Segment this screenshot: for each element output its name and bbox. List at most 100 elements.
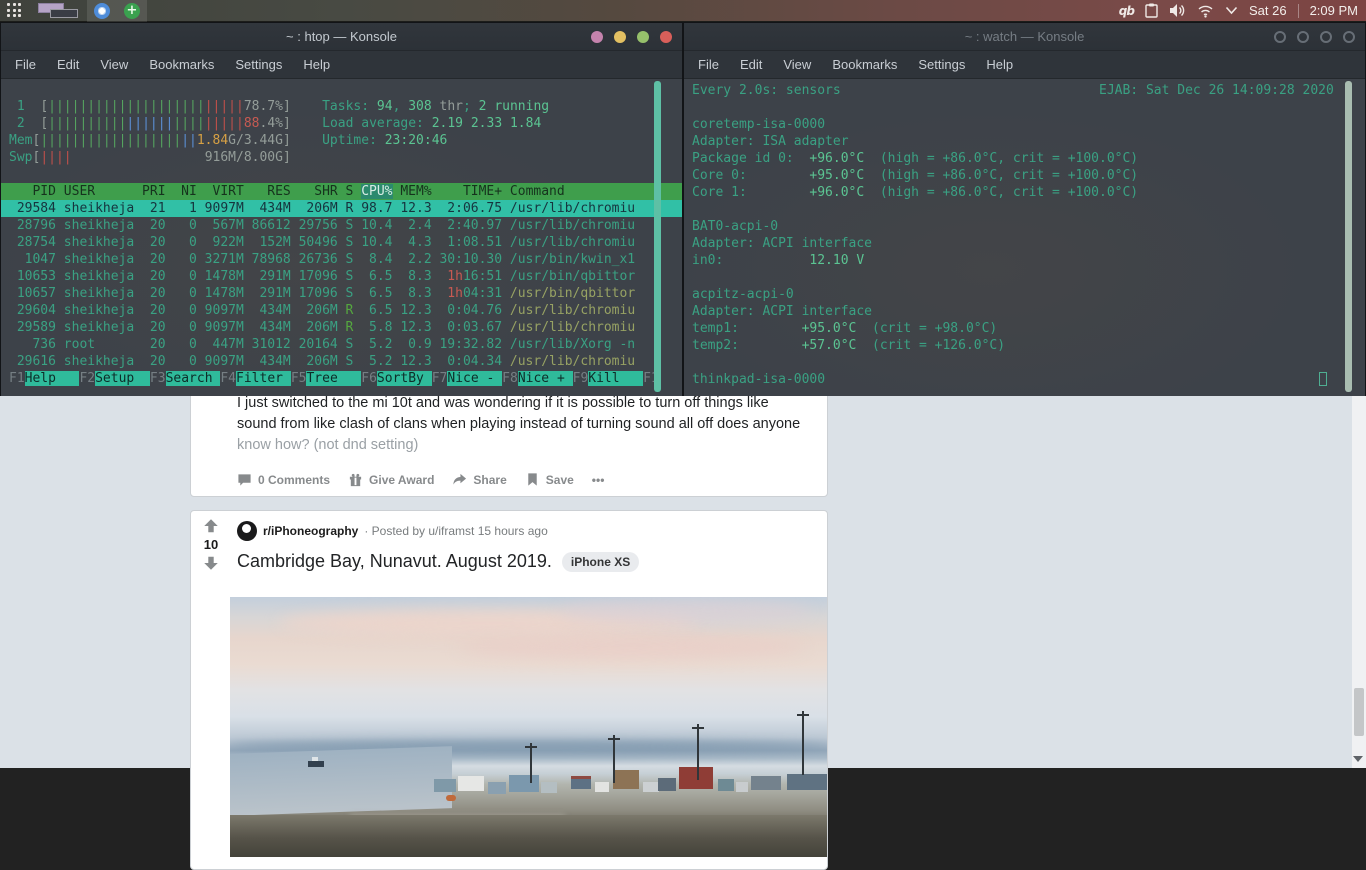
menu-item-help[interactable]: Help xyxy=(303,57,330,72)
cloud xyxy=(559,600,811,623)
blank xyxy=(684,354,1365,371)
award-icon xyxy=(348,472,363,487)
volume-icon[interactable] xyxy=(1169,3,1186,18)
window-close-button[interactable] xyxy=(660,31,672,43)
post-title[interactable]: Cambridge Bay, Nunavut. August 2019. xyxy=(237,551,552,572)
desktop: I just switched to the mi 10t and was wo… xyxy=(0,0,1366,768)
menu-item-bookmarks[interactable]: Bookmarks xyxy=(149,57,214,72)
post-image[interactable] xyxy=(230,597,828,857)
browser-scrollbar-thumb[interactable] xyxy=(1354,688,1364,736)
window-close-button[interactable] xyxy=(1343,31,1355,43)
subreddit-avatar[interactable] xyxy=(237,521,257,541)
cloud xyxy=(458,636,805,659)
window-pin-button[interactable] xyxy=(1274,31,1286,43)
plus-icon: + xyxy=(124,3,140,19)
menu-item-file[interactable]: File xyxy=(15,57,36,72)
process-row: 10653 sheikheja 20 0 1478M 291M 17096 S … xyxy=(1,268,682,285)
sensor-line: temp2: +57.0°C (crit = +126.0°C) xyxy=(684,337,1365,354)
cpu-meter-1: 1 [|||||||||||||||||||||||||78.7%] Tasks… xyxy=(1,98,682,115)
window-pin-button[interactable] xyxy=(591,31,603,43)
terminal-content[interactable]: Every 2.0s: sensors EJAB: Sat Dec 26 14:… xyxy=(684,79,1365,396)
window-minimize-button[interactable] xyxy=(1297,31,1309,43)
share-icon xyxy=(452,472,467,487)
process-row: 736 root 20 0 447M 31012 20164 S 5.2 0.9… xyxy=(1,336,682,353)
menu-item-help[interactable]: Help xyxy=(986,57,1013,72)
wifi-icon[interactable] xyxy=(1197,4,1214,18)
sensor-chip: thinkpad-isa-0000 xyxy=(684,371,1365,388)
menu-bar: File Edit View Bookmarks Settings Help xyxy=(1,51,682,79)
window-title: ~ : watch — Konsole xyxy=(965,29,1085,44)
app-grid-button[interactable] xyxy=(0,0,29,22)
overflow-menu-button[interactable]: ••• xyxy=(592,473,605,487)
terminal-scrollbar[interactable] xyxy=(654,81,661,392)
process-row: 29604 sheikheja 20 0 9097M 434M 206M R 6… xyxy=(1,302,682,319)
post-body-line: I just switched to the mi 10t and was wo… xyxy=(237,393,817,414)
overflow-icon: ••• xyxy=(592,473,605,487)
sensor-line: Adapter: ACPI interface xyxy=(684,303,1365,320)
scroll-down-arrow-icon[interactable] xyxy=(1353,756,1363,762)
subreddit-link[interactable]: r/iPhoneography xyxy=(263,524,358,538)
give-award-button[interactable]: Give Award xyxy=(348,472,434,487)
menu-item-bookmarks[interactable]: Bookmarks xyxy=(832,57,897,72)
save-button[interactable]: Save xyxy=(525,472,574,487)
process-row: 28754 sheikheja 20 0 922M 152M 50496 S 1… xyxy=(1,234,682,251)
sensor-line: Adapter: ISA adapter xyxy=(684,133,1365,150)
posted-by-text[interactable]: · Posted by u/iframst 15 hours ago xyxy=(364,524,547,538)
post-flair-badge[interactable]: iPhone XS xyxy=(562,552,639,572)
utility-pole xyxy=(697,724,699,780)
vote-gutter: 10 xyxy=(191,517,231,572)
add-widget-button[interactable]: + xyxy=(117,0,147,22)
window-previews-button[interactable] xyxy=(29,0,87,22)
qbittorrent-tray-icon[interactable]: qb xyxy=(1119,4,1134,18)
menu-item-file[interactable]: File xyxy=(698,57,719,72)
panel-date[interactable]: Sat 26 xyxy=(1249,3,1287,18)
process-table-header: PID USER PRI NI VIRT RES SHR S CPU% MEM%… xyxy=(1,183,682,200)
chevron-down-icon[interactable] xyxy=(1225,6,1238,15)
blank xyxy=(684,99,1365,116)
window-controls xyxy=(1274,31,1355,43)
sensor-line: Adapter: ACPI interface xyxy=(684,235,1365,252)
save-label: Save xyxy=(546,473,574,487)
sensor-line: temp1: +95.0°C (crit = +98.0°C) xyxy=(684,320,1365,337)
bookmark-icon xyxy=(525,472,540,487)
menu-item-view[interactable]: View xyxy=(783,57,811,72)
downvote-icon[interactable] xyxy=(202,554,220,572)
terminal-scrollbar[interactable] xyxy=(1345,81,1352,392)
titlebar[interactable]: ~ : htop — Konsole xyxy=(1,23,682,51)
terminal-content[interactable]: 1 [|||||||||||||||||||||||||78.7%] Tasks… xyxy=(1,79,682,396)
blank xyxy=(1,166,682,183)
menu-item-edit[interactable]: Edit xyxy=(740,57,762,72)
menu-item-view[interactable]: View xyxy=(100,57,128,72)
sensor-chip: acpitz-acpi-0 xyxy=(684,286,1365,303)
launcher-area: + xyxy=(0,0,147,22)
comments-button[interactable]: 0 Comments xyxy=(237,472,330,487)
reddit-post-card-2: 10 r/iPhoneography · Posted by u/iframst… xyxy=(190,510,828,870)
boat xyxy=(308,761,324,767)
chromium-task-button[interactable] xyxy=(87,0,117,22)
blank xyxy=(684,269,1365,286)
top-panel: + qb Sat 26 2:09 PM xyxy=(0,0,1366,22)
watch-konsole-window: ~ : watch — Konsole File Edit View Bookmark… xyxy=(683,22,1366,396)
titlebar[interactable]: ~ : watch — Konsole xyxy=(684,23,1365,51)
foreground-terrain xyxy=(230,815,828,857)
clipboard-icon[interactable] xyxy=(1145,3,1158,18)
menu-item-edit[interactable]: Edit xyxy=(57,57,79,72)
panel-clock[interactable]: 2:09 PM xyxy=(1310,3,1358,18)
vote-count: 10 xyxy=(204,537,218,552)
share-button[interactable]: Share xyxy=(452,472,506,487)
process-row: 1047 sheikheja 20 0 3271M 78968 26736 S … xyxy=(1,251,682,268)
app-grid-icon xyxy=(7,3,22,18)
post-body-line: sound from like clash of clans when play… xyxy=(237,414,817,435)
post-body-line: know how? (not dnd setting) xyxy=(237,435,817,456)
menu-item-settings[interactable]: Settings xyxy=(918,57,965,72)
menu-item-settings[interactable]: Settings xyxy=(235,57,282,72)
window-maximize-button[interactable] xyxy=(1320,31,1332,43)
window-maximize-button[interactable] xyxy=(637,31,649,43)
window-minimize-button[interactable] xyxy=(614,31,626,43)
upvote-icon[interactable] xyxy=(202,517,220,535)
window-previews-icon xyxy=(36,3,80,19)
watch-header: Every 2.0s: sensors EJAB: Sat Dec 26 14:… xyxy=(684,82,1365,99)
sensor-line: Core 1: +96.0°C (high = +86.0°C, crit = … xyxy=(684,184,1365,201)
post-action-bar: 0 Comments Give Award Share Save ••• xyxy=(191,456,827,487)
htop-konsole-window: ~ : htop — Konsole File Edit View Bookmarks… xyxy=(0,22,683,396)
